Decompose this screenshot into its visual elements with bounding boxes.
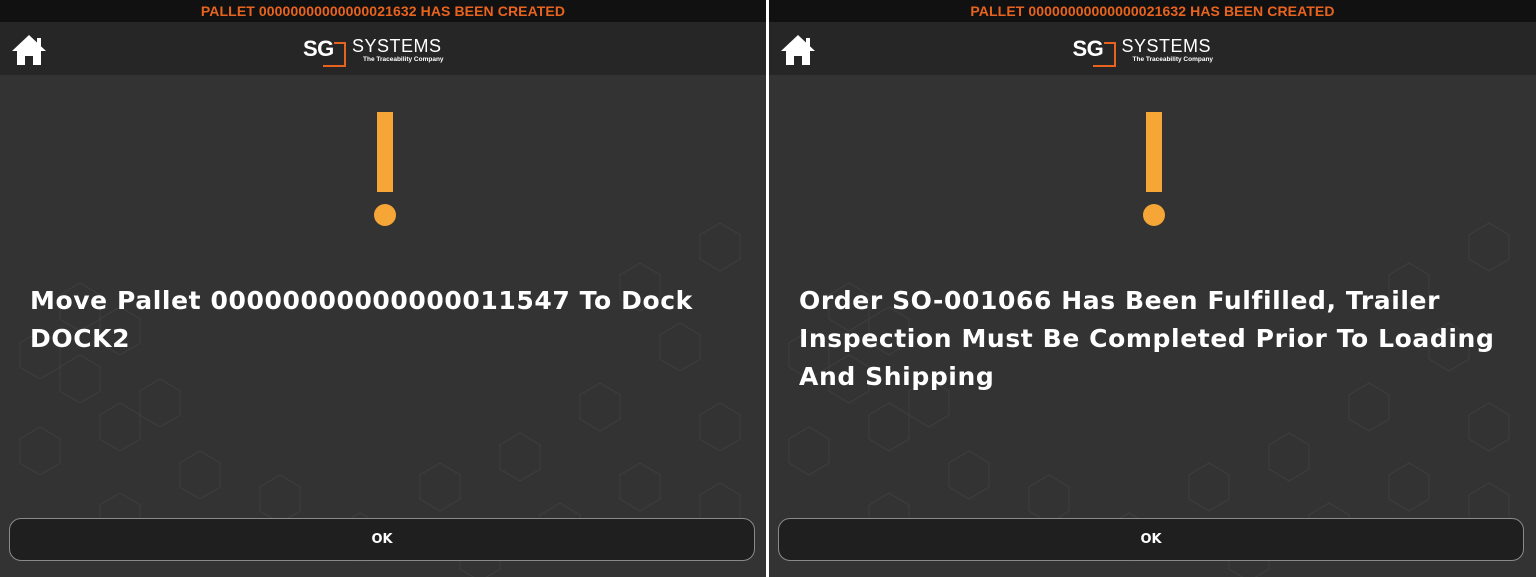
exclamation-dot xyxy=(1143,204,1165,226)
alert-message: Order SO-001066 Has Been Fulfilled, Trai… xyxy=(799,286,1495,391)
logo-bracket-foot xyxy=(323,65,346,67)
home-icon xyxy=(12,35,46,65)
logo-tagline: The Traceability Company xyxy=(1132,56,1214,63)
exclamation-bar xyxy=(377,112,393,192)
alert-message: Move Pallet 00000000000000011547 To Dock… xyxy=(30,286,693,353)
logo-systems-text: SYSTEMS xyxy=(1121,36,1212,56)
logo-sg-text: SG xyxy=(303,36,334,61)
alert-screen-2: PALLET 00000000000000021632 HAS BEEN CRE… xyxy=(769,0,1536,577)
logo-bracket xyxy=(1103,42,1116,66)
sg-systems-logo: SG SYSTEMS The Traceability Company xyxy=(1073,34,1233,68)
home-icon xyxy=(781,35,815,65)
status-banner: PALLET 00000000000000021632 HAS BEEN CRE… xyxy=(769,0,1536,22)
logo-sg-text: SG xyxy=(1072,36,1104,61)
exclamation-icon xyxy=(373,112,397,228)
home-button[interactable] xyxy=(10,33,48,67)
app-header: SG SYSTEMS The Traceability Company xyxy=(0,22,766,75)
app-header: SG SYSTEMS The Traceability Company xyxy=(769,22,1536,75)
logo-systems-text: SYSTEMS xyxy=(352,36,442,56)
status-banner: PALLET 00000000000000021632 HAS BEEN CRE… xyxy=(0,0,766,22)
ok-button[interactable]: OK xyxy=(778,518,1524,561)
sg-systems-logo: SG SYSTEMS The Traceability Company xyxy=(303,34,463,68)
exclamation-bar xyxy=(1146,112,1162,192)
exclamation-dot xyxy=(374,204,396,226)
logo-bracket xyxy=(334,42,346,66)
home-button[interactable] xyxy=(779,33,817,67)
logo-tagline: The Traceability Company xyxy=(363,56,444,63)
ok-button[interactable]: OK xyxy=(9,518,755,561)
alert-screen-1: PALLET 00000000000000021632 HAS BEEN CRE… xyxy=(0,0,766,577)
exclamation-icon xyxy=(1142,112,1166,228)
logo-bracket-foot xyxy=(1092,65,1116,67)
